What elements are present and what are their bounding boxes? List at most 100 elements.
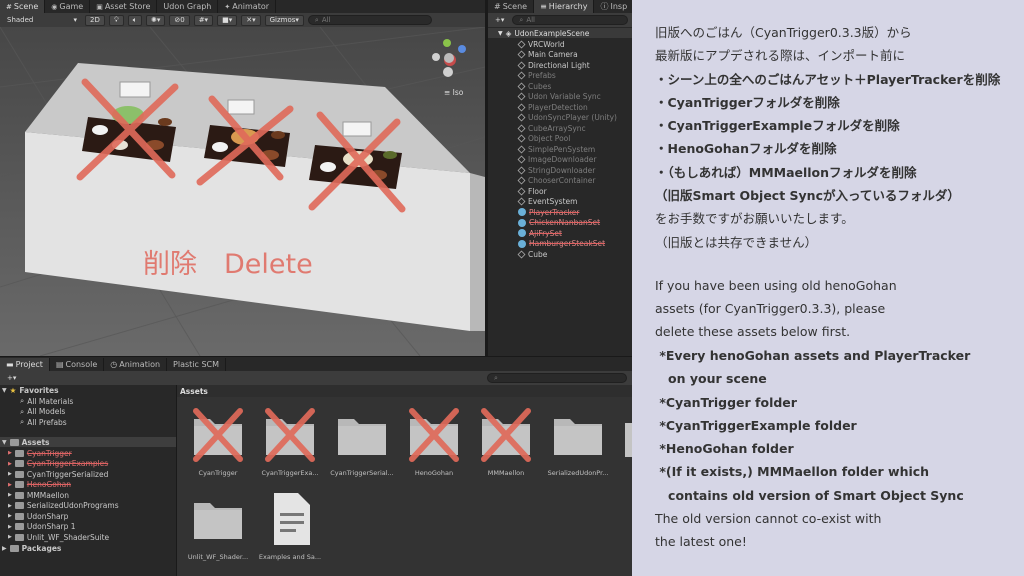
expand-arrow-icon[interactable]: ▶	[8, 524, 12, 530]
hierarchy-item-label: CubeArraySync	[528, 123, 586, 133]
hierarchy-search-input[interactable]: ⌕ All	[512, 15, 629, 25]
hierarchy-item-label: Floor	[528, 186, 547, 196]
assets-tree-item[interactable]: ▶ Unlit_WF_ShaderSuite	[8, 532, 109, 542]
assets-tree-item[interactable]: ▶ SerializedUdonPrograms	[8, 501, 119, 511]
asset-folder[interactable]: CyanTriggerExa...	[255, 407, 325, 477]
breadcrumb-assets[interactable]: Assets	[180, 387, 208, 396]
scene-viewport[interactable]: ≡ Iso 削除 Delete	[0, 27, 485, 356]
assets-tree-item[interactable]: ▶ CyanTriggerSerialized	[8, 469, 108, 479]
hierarchy-item[interactable]: EventSystem	[517, 197, 577, 207]
hierarchy-item[interactable]: Prefabs	[517, 71, 556, 81]
assets-tree-item[interactable]: ▶ HenoGohan	[8, 480, 71, 490]
project-create-button[interactable]: +▾	[3, 373, 20, 384]
expand-arrow-icon[interactable]: ▶	[2, 545, 7, 552]
hierarchy-item[interactable]: Udon Variable Sync	[517, 92, 601, 102]
expand-arrow-icon[interactable]: ▼	[2, 387, 7, 394]
tab-inspector[interactable]: ⓘ Insp	[594, 0, 635, 13]
gameobject-icon	[517, 40, 526, 48]
gizmos-dropdown[interactable]: Gizmos ▾	[264, 14, 304, 26]
asset-folder-partial[interactable]	[625, 423, 632, 457]
asset-folder[interactable]: CyanTrigger	[183, 407, 253, 477]
expand-arrow-icon[interactable]: ▶	[8, 513, 12, 519]
hierarchy-item[interactable]: Main Camera	[517, 50, 578, 60]
hierarchy-item[interactable]: ChooserContainer	[517, 176, 595, 186]
expand-arrow-icon[interactable]: ▶	[8, 503, 12, 509]
assets-header[interactable]: ▼ Assets	[0, 437, 176, 447]
asset-folder[interactable]: CyanTriggerSerial...	[327, 407, 397, 477]
asset-folder[interactable]: SerializedUdonPr...	[543, 407, 613, 477]
tab-game[interactable]: ◉ Game	[45, 0, 91, 13]
mode-2d-toggle[interactable]: 2D	[85, 14, 105, 26]
camera-dropdown[interactable]: ■▾	[217, 14, 238, 26]
hierarchy-item[interactable]: PlayerDetection	[517, 102, 588, 112]
hierarchy-root-row[interactable]: ▼ ◈ UdonExampleScene	[488, 28, 632, 38]
assets-tree-item[interactable]: ▶ MMMaellon	[8, 490, 69, 500]
hierarchy-item[interactable]: ImageDownloader	[517, 155, 596, 165]
chevron-down-icon: ▾	[295, 16, 299, 24]
audio-toggle[interactable]: 🔈︎	[127, 14, 142, 26]
hierarchy-item[interactable]: StringDownloader	[517, 165, 595, 175]
hierarchy-item[interactable]: Object Pool	[517, 134, 570, 144]
create-button[interactable]: +▾	[491, 15, 508, 26]
expand-arrow-icon[interactable]: ▼	[498, 30, 503, 37]
hierarchy-item[interactable]: PlayerTracker	[518, 207, 579, 217]
tab-animation[interactable]: ◷ Animation	[104, 358, 168, 371]
expand-arrow-icon[interactable]: ▶	[8, 492, 12, 498]
expand-arrow-icon[interactable]: ▶	[8, 461, 12, 467]
tab-animator[interactable]: ✦ Animator	[218, 0, 277, 13]
instruction-line: ・（もしあれば）MMMaellonフォルダを削除	[655, 165, 917, 180]
iso-icon: ≡	[444, 88, 453, 97]
hierarchy-item[interactable]: HamburgerSteakSet	[518, 239, 605, 249]
hierarchy-item[interactable]: CubeArraySync	[517, 123, 586, 133]
tab-asset-store[interactable]: ▣ Asset Store	[90, 0, 158, 13]
hierarchy-panel: # Scene ≡ Hierarchy ⓘ Insp +▾ ⌕ All ▼ ◈ …	[488, 0, 635, 356]
tab-scene-2[interactable]: # Scene	[488, 0, 535, 13]
hierarchy-item[interactable]: VRCWorld	[517, 39, 565, 49]
favorite-item[interactable]: ⌕ All Models	[20, 407, 65, 417]
hierarchy-item[interactable]: Floor	[517, 186, 547, 196]
hierarchy-item[interactable]: AjiFrySet	[518, 228, 562, 238]
shading-dropdown[interactable]: Shaded ▾	[3, 14, 81, 26]
hierarchy-item[interactable]: UdonSyncPlayer (Unity)	[517, 113, 617, 123]
assets-tree-item[interactable]: ▶ CyanTriggerExamples	[8, 459, 108, 469]
tab-scene[interactable]: # Scene	[0, 0, 46, 13]
tab-udon-graph[interactable]: Udon Graph	[157, 0, 219, 13]
expand-arrow-icon[interactable]: ▼	[2, 439, 7, 446]
tab-console[interactable]: ▤ Console	[50, 358, 105, 371]
tools-dropdown[interactable]: ✕▾	[241, 14, 261, 26]
asset-document[interactable]: Examples and Sa...	[255, 491, 325, 561]
hierarchy-item[interactable]: ChickenNanbanSet	[518, 218, 600, 228]
expand-arrow-icon[interactable]: ▶	[8, 450, 12, 456]
tab-hierarchy[interactable]: ≡ Hierarchy	[534, 0, 595, 13]
expand-arrow-icon[interactable]: ▶	[8, 482, 12, 488]
project-search-input[interactable]: ⌕	[487, 373, 627, 383]
favorite-item[interactable]: ⌕ All Materials	[20, 396, 73, 406]
instruction-line: delete these assets below first.	[655, 324, 851, 339]
tab-game-label: Game	[59, 2, 84, 11]
asset-folder[interactable]: MMMaellon	[471, 407, 541, 477]
grid-toggle[interactable]: #▾	[193, 14, 214, 26]
hierarchy-item[interactable]: Directional Light	[517, 60, 590, 70]
assets-tree-item[interactable]: ▶ UdonSharp	[8, 511, 68, 521]
tab-plastic-scm[interactable]: Plastic SCM	[167, 358, 227, 371]
expand-arrow-icon[interactable]: ▶	[8, 471, 12, 477]
scene-search-input[interactable]: ⌕ All	[307, 15, 432, 25]
favorites-header[interactable]: ▼ ★ Favorites	[2, 385, 59, 395]
asset-folder[interactable]: HenoGohan	[399, 407, 469, 477]
lighting-toggle[interactable]: 💡︎	[108, 14, 124, 26]
delete-overlay-text: 削除 Delete	[143, 249, 313, 280]
favorite-item[interactable]: ⌕ All Prefabs	[20, 417, 67, 427]
hierarchy-item[interactable]: Cube	[517, 249, 547, 259]
hidden-objects-toggle[interactable]: ⊘ 0	[169, 14, 190, 26]
effects-dropdown[interactable]: ✺▾	[145, 14, 166, 26]
hierarchy-item[interactable]: SimplePenSystem	[517, 144, 595, 154]
assets-tree-item[interactable]: ▶ UdonSharp 1	[8, 522, 76, 532]
hierarchy-item[interactable]: Cubes	[517, 81, 551, 91]
instruction-line: をお手数ですがお願いいたします。	[655, 211, 854, 226]
asset-folder[interactable]: Unlit_WF_Shader...	[183, 491, 253, 561]
tab-project[interactable]: ▬ Project	[0, 358, 50, 371]
packages-header[interactable]: ▶ Packages	[2, 543, 61, 553]
view-mode-label[interactable]: ≡ Iso	[444, 88, 463, 97]
assets-tree-item[interactable]: ▶ CyanTrigger	[8, 448, 72, 458]
expand-arrow-icon[interactable]: ▶	[8, 534, 12, 540]
